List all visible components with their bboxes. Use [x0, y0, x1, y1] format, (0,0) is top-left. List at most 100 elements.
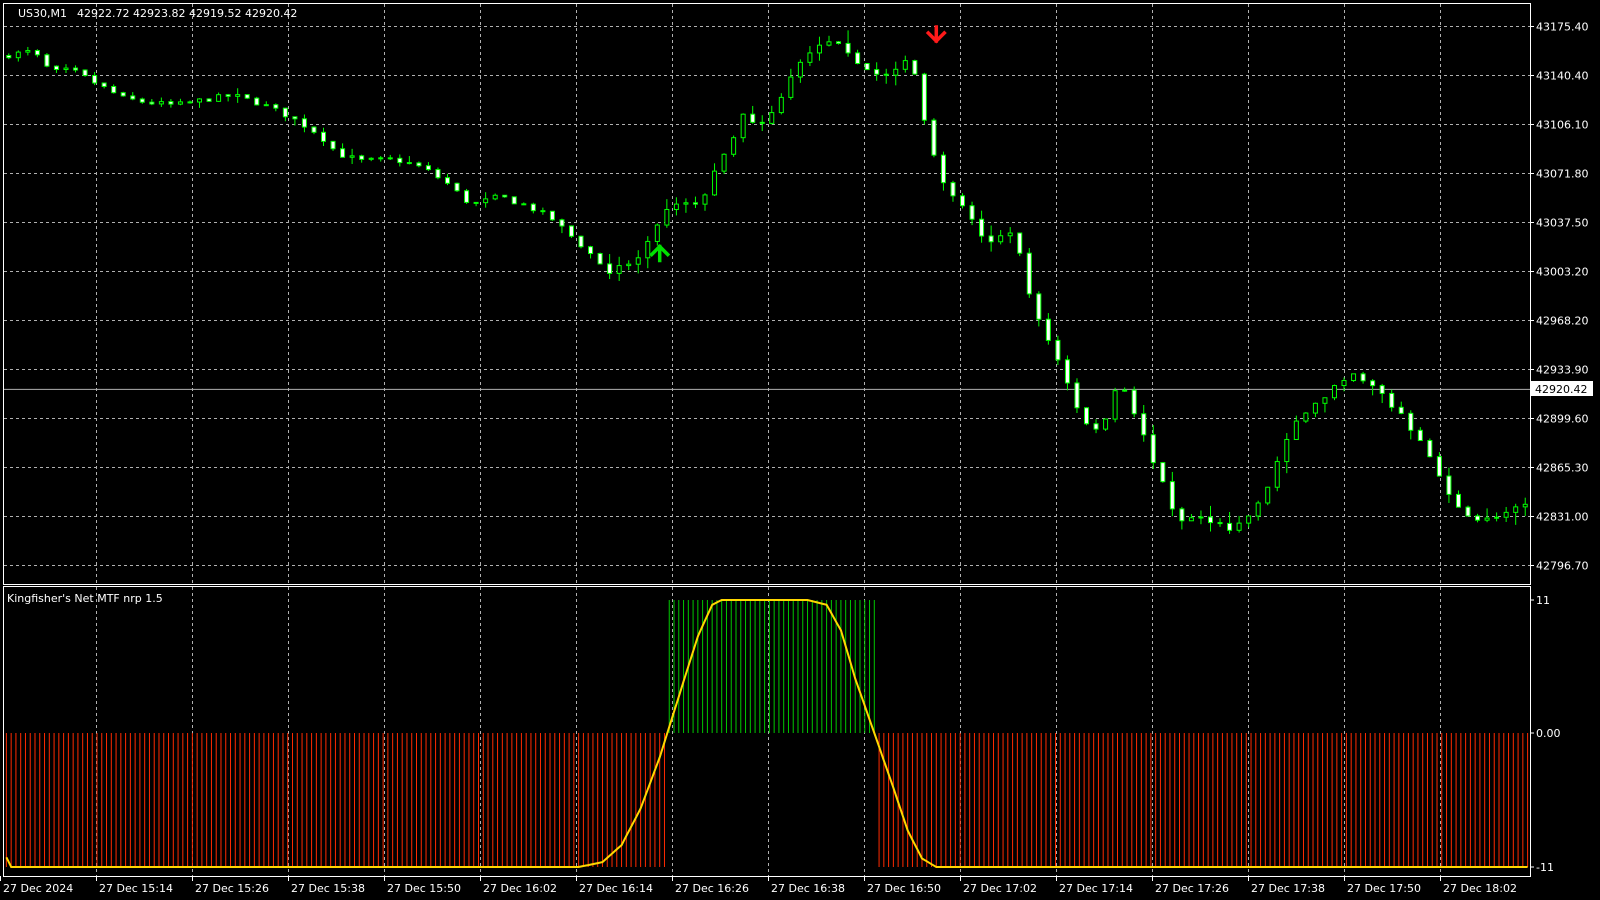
candle-bull	[1236, 522, 1242, 531]
indicator-frame	[3, 586, 1531, 877]
sell-arrow-icon[interactable]	[925, 25, 947, 44]
candle-bear	[1465, 506, 1471, 517]
buy-arrow-icon[interactable]	[649, 244, 671, 263]
candle-bull	[902, 60, 908, 70]
candle-bear	[1427, 440, 1433, 458]
candle-bear	[34, 50, 40, 56]
candle-bear	[1389, 392, 1395, 408]
candle-bull	[197, 98, 203, 103]
candle-bull	[1255, 502, 1261, 517]
candle-bull	[788, 76, 794, 98]
candle-bull	[702, 194, 708, 205]
candle-bear	[1150, 434, 1156, 464]
time-tick-label: 27 Dec 18:02	[1443, 882, 1517, 895]
price-tick-label: 42899.60	[1536, 413, 1589, 426]
time-tick-label: 27 Dec 15:14	[99, 882, 173, 895]
candle-bull	[1513, 506, 1519, 513]
candle-bear	[149, 101, 155, 105]
kingfisher-line	[5, 599, 1528, 868]
candle-bull	[1522, 503, 1528, 508]
price-tick-label: 43037.50	[1536, 217, 1589, 230]
candle-bear	[1408, 412, 1414, 431]
candle-bull	[63, 67, 69, 70]
candle-bear	[73, 67, 79, 71]
candle-bear	[1169, 481, 1175, 510]
candle-bear	[425, 165, 431, 171]
candle-bull	[25, 50, 31, 53]
candle-bear	[1417, 429, 1423, 442]
candle-bear	[692, 202, 698, 205]
candle-bear	[1398, 406, 1404, 414]
candle-bull	[158, 101, 164, 105]
candle-bear	[845, 42, 851, 54]
time-tick-label: 27 Dec 16:38	[771, 882, 845, 895]
candle-bear	[139, 98, 145, 103]
candle-bear	[1179, 508, 1185, 522]
candle-bear	[931, 119, 937, 156]
candle-bull	[826, 41, 832, 46]
candle-bull	[1322, 397, 1328, 404]
candle-bear	[454, 182, 460, 192]
price-tick-label: 43003.20	[1536, 266, 1589, 279]
time-tick-label: 27 Dec 16:02	[483, 882, 557, 895]
time-tick-label: 27 Dec 17:26	[1155, 882, 1229, 895]
candle-bear	[292, 116, 298, 120]
candle-bear	[406, 162, 412, 165]
price-tick-label: 42831.00	[1536, 511, 1589, 524]
candle-bull	[1494, 516, 1500, 519]
price-tick-label: 42796.70	[1536, 560, 1589, 573]
candle-bear	[969, 205, 975, 220]
candle-bear	[321, 131, 327, 142]
candle-bear	[397, 157, 403, 164]
price-tick-label: 43140.40	[1536, 70, 1589, 83]
candle-bear	[359, 155, 365, 160]
candle-bear	[273, 104, 279, 109]
candle-bull	[807, 52, 813, 63]
candle-bear	[330, 140, 336, 150]
candle-bear	[960, 195, 966, 207]
candle-bull	[740, 113, 746, 139]
time-tick-label: 27 Dec 17:38	[1251, 882, 1325, 895]
time-tick-label: 27 Dec 17:02	[963, 882, 1037, 895]
candle-bull	[1341, 380, 1347, 387]
candle-bull	[15, 51, 21, 59]
chart-canvas: 43175.40 43140.40 43106.10 43071.80 43037.50…	[0, 3, 1593, 895]
candle-bear	[1207, 516, 1213, 524]
time-tick-label: 27 Dec 15:50	[387, 882, 461, 895]
candle-bull	[492, 194, 498, 200]
candle-bull	[683, 202, 689, 205]
candle-bull	[216, 94, 222, 102]
candle-bear	[950, 182, 956, 197]
indicator-tick-label: -11	[1536, 861, 1554, 874]
candle-bear	[549, 210, 555, 221]
candle-bear	[940, 154, 946, 184]
time-axis: 27 Dec 2024 27 Dec 15:14 27 Dec 15:26 27 De…	[0, 876, 1517, 895]
candle-bull	[1122, 389, 1128, 392]
candle-bear	[416, 162, 422, 167]
price-tick-label: 43106.10	[1536, 119, 1589, 132]
candle-bull	[626, 263, 632, 267]
candle-bear	[759, 121, 765, 124]
candle-bear	[101, 82, 107, 87]
candle-bear	[53, 65, 59, 70]
price-tick-label: 43175.40	[1536, 21, 1589, 34]
candle-bear	[597, 253, 603, 265]
price-tick-label: 42968.20	[1536, 315, 1589, 328]
candle-bear	[1036, 293, 1042, 320]
candle-bull	[712, 170, 718, 196]
candle-bear	[82, 69, 88, 77]
candle-bear	[1017, 232, 1023, 254]
candle-bear	[1475, 515, 1481, 521]
candle-bear	[1455, 493, 1461, 508]
candle-bull	[893, 68, 899, 76]
candle-bear	[206, 98, 212, 102]
candle-bull	[721, 153, 727, 172]
candle-bear	[1370, 380, 1376, 387]
candle-bear	[979, 218, 985, 237]
candle-bear	[1436, 456, 1442, 477]
indicator-grid	[96, 587, 1441, 876]
candle-bull	[378, 157, 384, 160]
candle-bear	[44, 54, 50, 67]
time-tick-label: 27 Dec 16:14	[579, 882, 653, 895]
candle-bull	[368, 157, 374, 160]
